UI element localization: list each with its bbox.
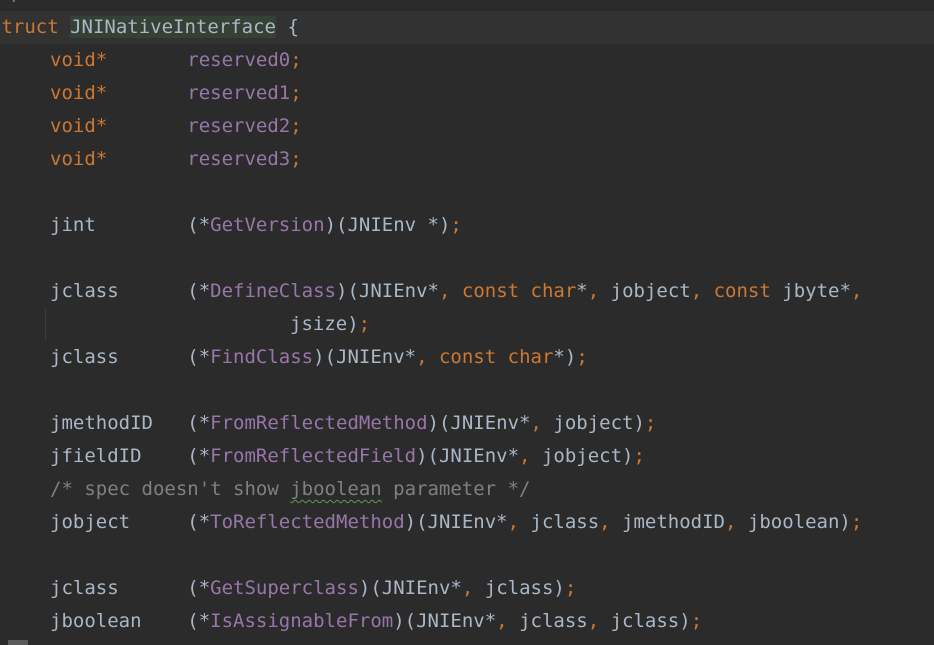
- code-line-comment[interactable]: /* spec doesn't show jboolean parameter …: [50, 473, 530, 506]
- field-reserved3: reserved3: [187, 148, 291, 170]
- partial-top-line: */: [0, 0, 934, 11]
- open-brace: {: [287, 16, 299, 38]
- code-line-is-assignable-from[interactable]: jboolean (*IsAssignableFrom)(JNIEnv*, jc…: [50, 605, 702, 638]
- type-void-ptr: void*: [50, 82, 108, 104]
- return-type: jint: [50, 214, 96, 236]
- fn-from-reflected-field: FromReflectedField: [210, 445, 417, 467]
- pointer-star: *: [553, 346, 565, 368]
- return-type: jclass: [50, 577, 119, 599]
- arg-jclass: jclass: [519, 610, 588, 632]
- fn-to-reflected-method: ToReflectedMethod: [210, 511, 405, 533]
- arg-jclass: jclass: [484, 577, 554, 599]
- keyword-char: char: [530, 280, 577, 302]
- pointer-star: *: [576, 280, 588, 302]
- code-line-find-class[interactable]: jclass (*FindClass)(JNIEnv*, const char*…: [50, 341, 588, 374]
- code-line-from-reflected-method[interactable]: jmethodID (*FromReflectedMethod)(JNIEnv*…: [50, 407, 656, 440]
- code-editor[interactable]: */ struct JNINativeInterface { void* res…: [0, 0, 934, 645]
- arg-jobject: jobject: [541, 445, 623, 467]
- arg-jobject: jobject: [553, 412, 634, 434]
- arg-jboolean: jboolean: [747, 511, 840, 533]
- fn-from-reflected-method: FromReflectedMethod: [210, 412, 428, 434]
- keyword-const: const: [438, 346, 497, 368]
- code-line-get-version[interactable]: jint (*GetVersion)(JNIEnv *);: [50, 209, 462, 242]
- return-type: jmethodID: [50, 412, 153, 434]
- code-line-reserved3[interactable]: void* reserved3;: [50, 143, 302, 176]
- arg-jnienv: JNIEnv*: [416, 610, 497, 632]
- code-line-reserved2[interactable]: void* reserved2;: [50, 110, 302, 143]
- return-type: jobject: [50, 511, 131, 533]
- code-line-get-superclass[interactable]: jclass (*GetSuperclass)(JNIEnv*, jclass)…: [50, 572, 576, 605]
- type-void-ptr: void*: [50, 49, 108, 71]
- type-void-ptr: void*: [50, 148, 108, 170]
- arg-jnienv: JNIEnv *: [347, 214, 439, 236]
- code-line-reserved0[interactable]: void* reserved0;: [50, 44, 302, 77]
- arg-jnienv: JNIEnv*: [358, 280, 439, 302]
- fn-get-version: GetVersion: [210, 214, 325, 236]
- arg-jnienv: JNIEnv*: [450, 412, 531, 434]
- keyword-const: const: [713, 280, 771, 302]
- fn-define-class: DefineClass: [210, 280, 337, 302]
- fn-get-superclass: GetSuperclass: [210, 577, 359, 599]
- return-type: jboolean: [50, 610, 142, 632]
- fn-find-class: FindClass: [210, 346, 314, 368]
- comment-post: parameter */: [381, 478, 531, 500]
- return-type: jclass: [50, 280, 119, 302]
- code-line-define-class[interactable]: jclass (*DefineClass)(JNIEnv*, const cha…: [50, 275, 862, 308]
- type-void-ptr: void*: [50, 115, 108, 137]
- arg-jnienv: JNIEnv*: [336, 346, 417, 368]
- code-line-to-reflected-method[interactable]: jobject (*ToReflectedMethod)(JNIEnv*, jc…: [50, 506, 862, 539]
- arg-jnienv: JNIEnv*: [381, 577, 462, 599]
- arg-jmethodid: jmethodID: [622, 511, 725, 533]
- keyword-struct: struct: [0, 16, 59, 38]
- comment-pre: /* spec doesn't show: [50, 478, 291, 500]
- keyword-char: char: [507, 346, 554, 368]
- partial-top-text: */: [0, 0, 23, 11]
- arg-jclass: jclass: [610, 610, 680, 632]
- code-line-reserved1[interactable]: void* reserved1;: [50, 77, 302, 110]
- scroll-marker: [8, 640, 28, 645]
- fn-is-assignable-from: IsAssignableFrom: [210, 610, 394, 632]
- struct-name: JNINativeInterface: [70, 16, 276, 38]
- arg-jsize: jsize: [290, 313, 348, 335]
- code-line-struct[interactable]: struct JNINativeInterface {: [0, 11, 299, 44]
- keyword-const: const: [461, 280, 520, 302]
- field-reserved2: reserved2: [187, 115, 291, 137]
- comment-typo-word: jboolean: [290, 478, 382, 500]
- arg-jnienv: JNIEnv*: [427, 511, 508, 533]
- arg-jnienv: JNIEnv*: [438, 445, 520, 467]
- code-line-from-reflected-field[interactable]: jfieldID (*FromReflectedField)(JNIEnv*, …: [50, 440, 645, 473]
- arg-jclass: jclass: [530, 511, 600, 533]
- field-reserved1: reserved1: [187, 82, 291, 104]
- indent-guide: [45, 308, 46, 341]
- return-type: jfieldID: [50, 445, 142, 467]
- arg-jobject: jobject: [610, 280, 691, 302]
- field-reserved0: reserved0: [187, 49, 291, 71]
- code-line-define-class-cont[interactable]: jsize);: [290, 308, 370, 341]
- arg-jbyte-ptr: jbyte*: [782, 280, 851, 302]
- return-type: jclass: [50, 346, 119, 368]
